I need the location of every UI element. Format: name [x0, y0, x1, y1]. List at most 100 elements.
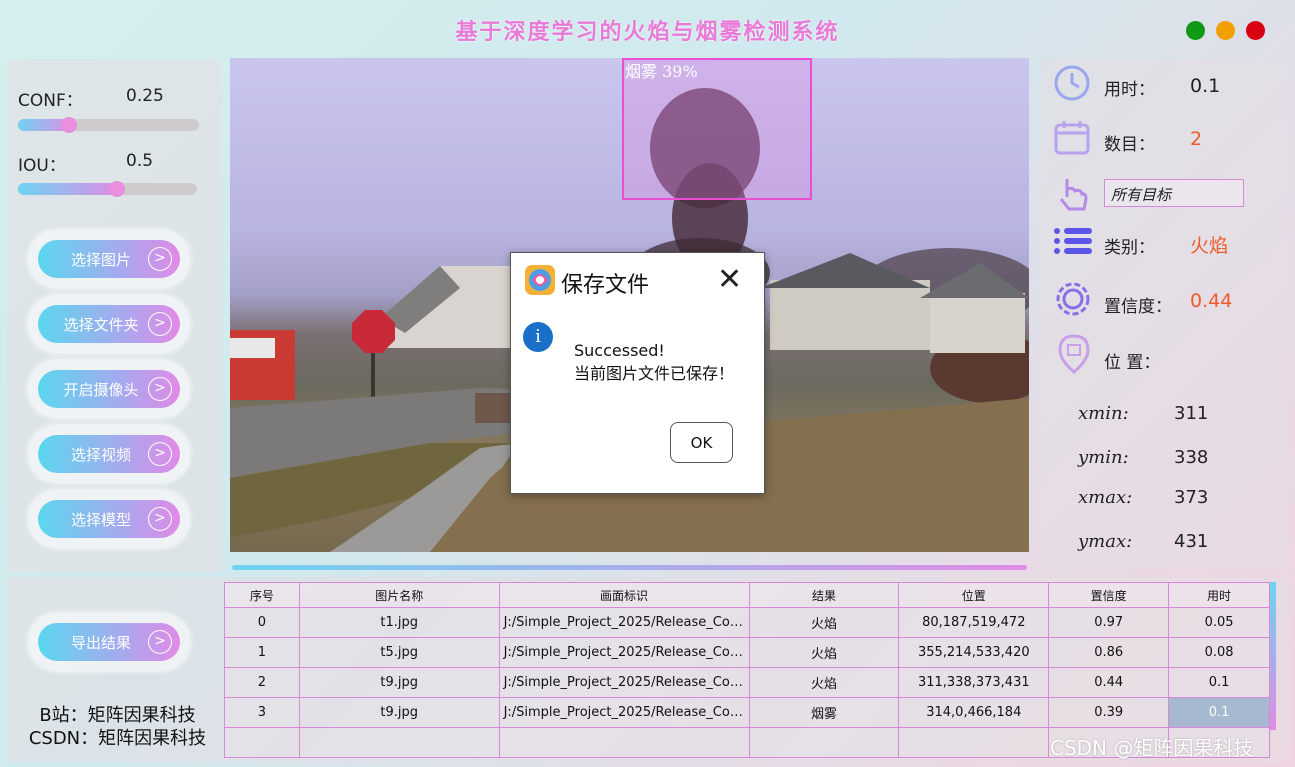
xmin-label: xmin: [1078, 403, 1129, 424]
table-cell[interactable]: 314,0,466,184 [898, 697, 1050, 728]
info-icon: i [523, 322, 553, 352]
chevron-right-icon: > [148, 377, 172, 401]
time-label: 用时： [1104, 80, 1155, 100]
table-cell[interactable]: 1 [224, 637, 300, 668]
table-cell[interactable] [498, 727, 750, 758]
table-cell[interactable]: 烟雾 [748, 697, 900, 728]
close-window-button[interactable] [1246, 21, 1265, 40]
table-cell[interactable]: 火焰 [748, 637, 900, 668]
table-cell[interactable]: 3 [224, 697, 300, 728]
table-cell[interactable]: 2 [224, 667, 300, 698]
open-camera-button[interactable]: 开启摄像头 > [28, 360, 190, 418]
ok-button[interactable]: OK [670, 422, 733, 463]
chevron-right-icon: > [148, 507, 172, 531]
dialog-message-body: 当前图片文件已保存！ [574, 364, 735, 383]
minimize-button[interactable] [1216, 21, 1235, 40]
table-cell[interactable]: J:/Simple_Project_2025/Release_Code... [498, 607, 750, 638]
table-row[interactable]: 2 t9.jpg J:/Simple_Project_2025/Release_Co… [224, 667, 1270, 698]
gear-icon [1056, 282, 1090, 316]
iou-slider[interactable] [18, 181, 197, 197]
select-model-label: 选择模型 [70, 510, 131, 529]
table-cell[interactable]: 0.05 [1168, 607, 1270, 638]
select-video-button[interactable]: 选择视频 > [28, 425, 190, 483]
table-cell[interactable]: J:/Simple_Project_2025/Release_Code... [498, 697, 750, 728]
column-header[interactable]: 图片名称 [298, 582, 500, 608]
ymin-value: 338 [1174, 447, 1209, 468]
table-cell[interactable]: 0 [224, 607, 300, 638]
table-cell[interactable]: 0.86 [1048, 637, 1170, 668]
target-select[interactable]: 所有目标 [1104, 179, 1244, 207]
export-results-button[interactable]: 导出结果 > [28, 613, 190, 671]
table-cell[interactable]: 0.44 [1048, 667, 1170, 698]
confidence-value: 0.44 [1190, 290, 1233, 312]
count-label: 数目： [1104, 135, 1155, 155]
list-icon [1054, 228, 1092, 254]
export-results-label: 导出结果 [70, 633, 131, 652]
iou-label: IOU： [18, 156, 66, 176]
app-title: 基于深度学习的火焰与烟雾检测系统 [455, 20, 840, 45]
table-cell[interactable] [298, 727, 500, 758]
table-cell[interactable]: 311,338,373,431 [898, 667, 1050, 698]
watermark: CSDN @矩阵因果科技 [1050, 736, 1254, 760]
select-image-label: 选择图片 [70, 250, 131, 269]
detection-label: 烟雾 39% [625, 62, 698, 81]
select-image-button[interactable]: 选择图片 > [28, 230, 190, 288]
table-cell[interactable] [224, 727, 300, 758]
table-cell[interactable]: 80,187,519,472 [898, 607, 1050, 638]
chevron-right-icon: > [148, 312, 172, 336]
ymax-value: 431 [1174, 531, 1209, 552]
table-row[interactable]: 1 t5.jpg J:/Simple_Project_2025/Release_Co… [224, 637, 1270, 668]
xmin-value: 311 [1174, 403, 1209, 424]
table-cell[interactable]: 0.08 [1168, 637, 1270, 668]
table-cell[interactable] [748, 727, 900, 758]
select-model-button[interactable]: 选择模型 > [28, 490, 190, 548]
table-cell[interactable]: 355,214,533,420 [898, 637, 1050, 668]
column-header[interactable]: 序号 [224, 582, 300, 608]
column-header[interactable]: 用时 [1168, 582, 1270, 608]
table-cell[interactable]: t9.jpg [298, 697, 500, 728]
table-cell[interactable]: t9.jpg [298, 667, 500, 698]
conf-slider-handle[interactable] [61, 117, 77, 133]
xmax-label: xmax: [1078, 487, 1133, 508]
select-folder-label: 选择文件夹 [63, 315, 139, 334]
position-label: 位 置： [1104, 353, 1161, 373]
table-row[interactable]: 0 t1.jpg J:/Simple_Project_2025/Release_Co… [224, 607, 1270, 638]
table-header-row: 序号 图片名称 画面标识 结果 位置 置信度 用时 [224, 582, 1270, 608]
table-cell[interactable]: 火焰 [748, 607, 900, 638]
column-header[interactable]: 结果 [748, 582, 900, 608]
table-cell[interactable]: t1.jpg [298, 607, 500, 638]
ymax-label: ymax: [1078, 531, 1133, 552]
table-cell[interactable]: 0.1 [1168, 667, 1270, 698]
class-label: 类别： [1104, 238, 1155, 258]
table-row[interactable]: 3 t9.jpg J:/Simple_Project_2025/Release_Co… [224, 697, 1270, 728]
table-cell[interactable]: 0.97 [1048, 607, 1170, 638]
column-header[interactable]: 置信度 [1048, 582, 1170, 608]
select-folder-button[interactable]: 选择文件夹 > [28, 295, 190, 353]
calendar-icon [1054, 121, 1090, 155]
table-scrollbar[interactable] [1270, 582, 1276, 730]
chevron-right-icon: > [148, 247, 172, 271]
select-video-label: 选择视频 [70, 445, 131, 464]
video-progress-bar[interactable] [232, 565, 1027, 570]
open-camera-label: 开启摄像头 [63, 380, 139, 399]
table-cell[interactable]: 0.1 [1168, 697, 1270, 728]
table-cell[interactable]: 火焰 [748, 667, 900, 698]
column-header[interactable]: 画面标识 [498, 582, 750, 608]
table-cell[interactable] [898, 727, 1050, 758]
maximize-button[interactable] [1186, 21, 1205, 40]
table-cell[interactable]: t5.jpg [298, 637, 500, 668]
table-cell[interactable]: J:/Simple_Project_2025/Release_Code... [498, 637, 750, 668]
chevron-right-icon: > [148, 630, 172, 654]
hand-pointer-icon [1059, 179, 1088, 211]
column-header[interactable]: 位置 [898, 582, 1050, 608]
table-cell[interactable]: J:/Simple_Project_2025/Release_Code... [498, 667, 750, 698]
table-cell[interactable]: 0.39 [1048, 697, 1170, 728]
dialog-title: 保存文件 [561, 273, 650, 298]
dialog-close-button[interactable]: ✕ [717, 265, 742, 295]
clock-icon [1054, 65, 1090, 101]
xmax-value: 373 [1174, 487, 1209, 508]
chevron-right-icon: > [148, 442, 172, 466]
count-value: 2 [1190, 128, 1203, 150]
conf-slider[interactable] [18, 117, 199, 133]
iou-slider-handle[interactable] [109, 181, 125, 197]
